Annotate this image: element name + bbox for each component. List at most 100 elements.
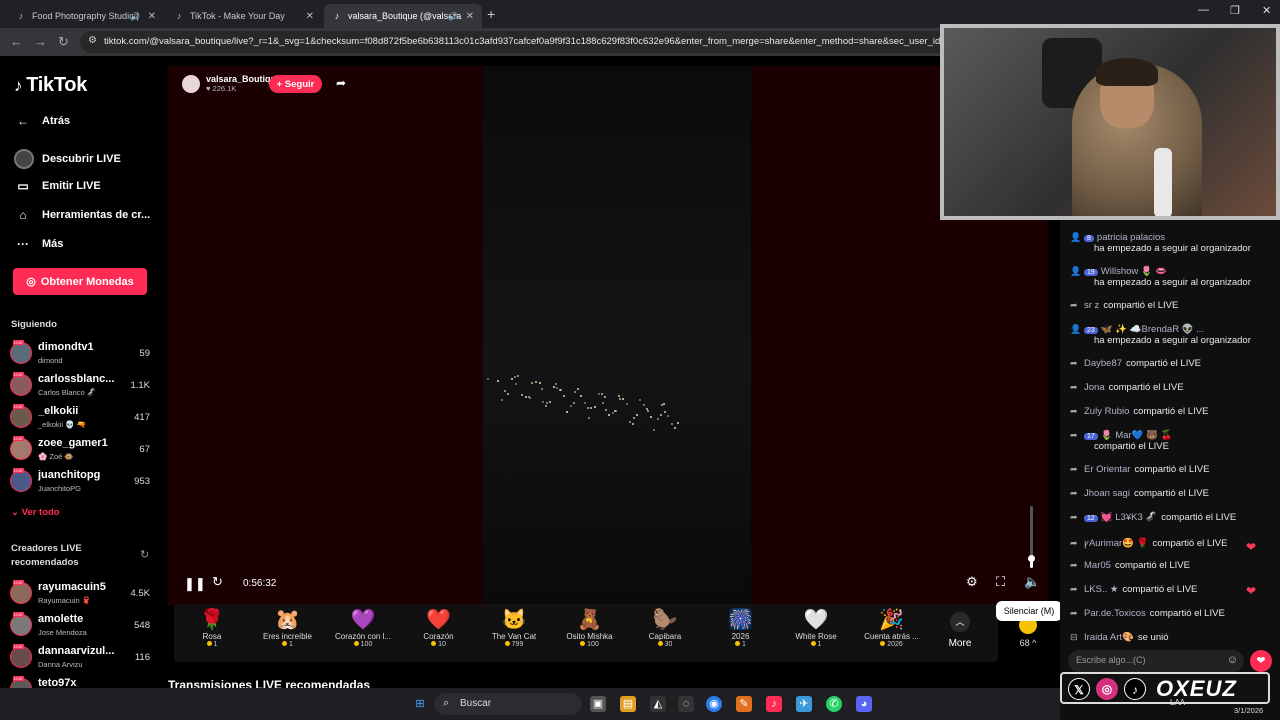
settings-gear-icon[interactable]: ⚙	[966, 574, 978, 590]
see-all-link[interactable]: ⌄ Ver todo	[11, 507, 60, 518]
like-heart-button[interactable]: ❤	[1250, 650, 1272, 672]
follow-button[interactable]: + Seguir	[269, 75, 322, 93]
chat-username[interactable]: Jona	[1084, 382, 1105, 393]
chat-username[interactable]: 🦋 ✨ ☁️BrendaR 👽 ...	[1101, 324, 1204, 335]
chat-username[interactable]: Par.de.Toxicos	[1084, 608, 1146, 619]
gift-item[interactable]: ❤️ Corazón 10	[401, 608, 477, 660]
live-badge: LIVE	[13, 340, 24, 345]
gift-item[interactable]: 🐱 The Van Cat 799	[476, 608, 552, 660]
recommended-item[interactable]: LIVE dannaarvizul... Danna Arvizu 116	[10, 644, 152, 672]
nav-broadcast-live[interactable]: ▭ Emitir LIVE	[14, 179, 100, 193]
following-item[interactable]: LIVE dimondtv1 dimond 59	[10, 340, 152, 368]
gift-item[interactable]: 🎉 Cuenta atrás ... 2026	[854, 608, 930, 660]
tiktok-logo[interactable]: ♪ TikTok	[14, 74, 87, 97]
speaker-icon[interactable]: 🔊	[448, 12, 458, 21]
close-icon[interactable]: ✕	[466, 11, 474, 22]
reload-icon[interactable]: ↻	[58, 34, 69, 50]
back-link[interactable]: ← Atrás	[14, 114, 70, 128]
chat-username[interactable]: ꝩAurimar🤩 🌹	[1084, 538, 1149, 549]
new-tab-icon[interactable]: +	[487, 6, 495, 22]
recommended-item[interactable]: LIVE rayumacuin5 Rayumacuin 🧣 4.5K	[10, 580, 152, 608]
gift-item[interactable]: 🧸 Osito Mishka 100	[552, 608, 628, 660]
chat-username[interactable]: 💓 L3¥K3 🦨	[1101, 512, 1157, 523]
volume-slider[interactable]	[1028, 506, 1035, 568]
file-explorer-icon[interactable]: ▤	[620, 696, 636, 712]
gift-icon: 🤍	[803, 609, 829, 631]
gift-item[interactable]: 🌹 Rosa 1	[174, 608, 250, 660]
emoji-icon[interactable]: ☺	[1227, 654, 1238, 666]
chrome-icon[interactable]: ◉	[706, 696, 722, 712]
chat-username[interactable]: Daybe87	[1084, 358, 1122, 369]
host-info[interactable]: valsara_Boutique ♥ 226.1K	[182, 74, 281, 93]
chat-username[interactable]: Mar05	[1084, 560, 1111, 571]
following-item[interactable]: LIVE juanchitopg JuanchitoPG 953	[10, 468, 152, 496]
tiktok-icon[interactable]: ♪	[766, 696, 782, 712]
tab-valsara-boutique[interactable]: ♪ valsara_Boutique (@valsara 🔊 ✕	[324, 4, 482, 28]
volume-knob[interactable]	[1028, 554, 1035, 562]
app-icon[interactable]: ◭	[650, 696, 666, 712]
chat-input[interactable]: Escribe algo...(C) ☺	[1068, 650, 1244, 672]
following-item[interactable]: LIVE carlossblanc... Carlos Blanco 🦨 1.1…	[10, 372, 152, 400]
url-bar[interactable]: ⚙ tiktok.com/@valsara_boutique/live?_r=1…	[80, 31, 960, 53]
recommended-item[interactable]: LIVE amolette Jose Mendoza 548	[10, 612, 152, 640]
nav-creator-tools[interactable]: ⌂ Herramientas de cr...	[14, 208, 150, 222]
following-name: dimondtv1	[38, 341, 94, 353]
gift-item[interactable]: 🐹 Eres increíble 1	[250, 608, 326, 660]
chat-username[interactable]: Er Orientar	[1084, 464, 1130, 475]
discord-icon[interactable]: ◕	[856, 696, 872, 712]
site-info-icon[interactable]: ⚙	[88, 35, 97, 46]
gift-item[interactable]: 🤍 White Rose 1	[778, 608, 854, 660]
chat-username[interactable]: Iraida Art🎨	[1084, 632, 1134, 643]
nav-discover-live[interactable]: Descubrir LIVE	[14, 149, 121, 169]
get-coins-button[interactable]: ◎ Obtener Monedas	[13, 268, 147, 295]
share-arrow-icon[interactable]: ➦	[336, 76, 346, 90]
gift-item[interactable]: 🦫 Capibara 30	[627, 608, 703, 660]
telegram-icon[interactable]: ✈	[796, 696, 812, 712]
task-view-icon[interactable]: ▣	[590, 696, 606, 712]
close-icon[interactable]: ✕	[148, 11, 156, 22]
gift-item[interactable]: 🎆 2026 1	[703, 608, 779, 660]
back-arrow-icon[interactable]: ←	[10, 34, 23, 49]
close-icon[interactable]: ✕	[306, 11, 314, 22]
clock-date[interactable]: 3/1/2026	[1234, 706, 1263, 715]
maximize-icon[interactable]: ❐	[1230, 4, 1240, 17]
app-icon[interactable]: ◌	[678, 696, 694, 712]
app-icon[interactable]: ✎	[736, 696, 752, 712]
city-light	[659, 414, 662, 417]
gift-price: 1	[703, 641, 779, 648]
recommended-title: Creadores LIVE recomendados	[11, 543, 82, 568]
gift-item[interactable]: 💜 Corazón con l... 100	[325, 608, 401, 660]
speaker-icon[interactable]: 🔊	[130, 12, 140, 21]
fullscreen-icon[interactable]: ⛶	[996, 574, 1005, 590]
chat-username[interactable]: patricia palacios	[1097, 232, 1165, 243]
more-gifts-button[interactable]: ︿ More	[942, 608, 978, 658]
chat-text: se unió	[1137, 632, 1169, 643]
refresh-icon[interactable]: ↻	[212, 574, 223, 590]
mute-speaker-icon[interactable]: 🔈	[1024, 574, 1040, 590]
chat-username[interactable]: Jhoan sagi	[1084, 488, 1130, 499]
taskbar-search[interactable]: ⌕ Buscar	[434, 693, 582, 715]
tab-tiktok-make-your-day[interactable]: ♪ TikTok - Make Your Day ✕	[166, 4, 322, 28]
url-text[interactable]: tiktok.com/@valsara_boutique/live?_r=1&_…	[104, 36, 954, 47]
following-name: _elkokii	[38, 405, 79, 417]
nav-more[interactable]: ··· Más	[14, 237, 63, 251]
viewer-count: 4.5K	[130, 588, 150, 599]
keyboard-language[interactable]: LAA	[1170, 698, 1185, 707]
refresh-icon[interactable]: ↻	[140, 548, 149, 561]
tab-food-photography[interactable]: ♪ Food Photography Studio | 🔊 ✕	[8, 4, 164, 28]
whatsapp-icon[interactable]: ✆	[826, 696, 842, 712]
chat-username[interactable]: 🌷 Mar💙 🐻 🍒	[1101, 430, 1173, 441]
close-window-icon[interactable]: ✕	[1262, 4, 1271, 17]
live-player[interactable]: valsara_Boutique ♥ 226.1K + Seguir ➦ ❚❚ …	[168, 66, 1048, 606]
chat-username[interactable]: Willshow 🌷 👄	[1101, 266, 1167, 277]
following-item[interactable]: LIVE _elkokii _elkokii 💀 🔫 417	[10, 404, 152, 432]
pause-icon[interactable]: ❚❚	[184, 576, 206, 592]
minimize-icon[interactable]: —	[1198, 4, 1209, 16]
following-item[interactable]: LIVE zoee_gamer1 🌸 Zoé 🐵 67	[10, 436, 152, 464]
chat-username[interactable]: sr z	[1084, 300, 1099, 311]
chat-username[interactable]: LKS.. ★	[1084, 584, 1118, 595]
chat-username[interactable]: Zuly Rubio	[1084, 406, 1129, 417]
windows-start-icon[interactable]: ⊞	[412, 696, 428, 712]
forward-arrow-icon[interactable]: →	[34, 34, 47, 49]
city-light	[500, 398, 503, 401]
